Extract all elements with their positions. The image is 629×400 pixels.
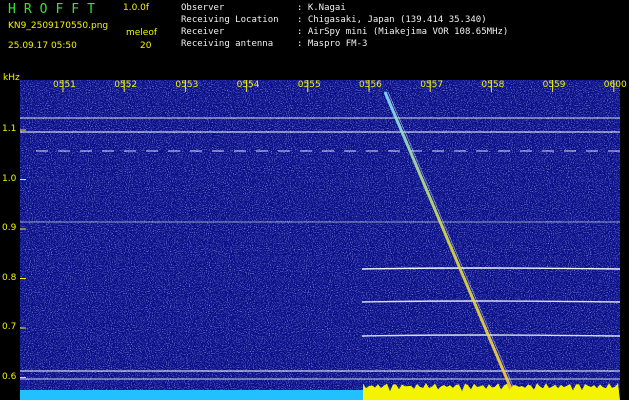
freq-tick-label: 0.7 — [2, 322, 17, 332]
time-tick-label: 0556 — [359, 80, 382, 90]
time-tick-label: 0559 — [542, 80, 566, 90]
time-tick-label: 0557 — [420, 80, 444, 90]
level-bar-low — [20, 390, 363, 400]
time-tick-label: 0551 — [53, 80, 76, 90]
spectrogram — [20, 80, 621, 400]
freq-tick-label: 0.8 — [2, 272, 17, 283]
freq-tick-label: 0.6 — [2, 371, 17, 382]
time-tick-label: 0558 — [481, 80, 505, 90]
unit-label: kHz — [3, 73, 20, 83]
time-tick-label: 0555 — [297, 80, 321, 90]
noise-layer — [20, 80, 620, 391]
time-tick-label: 0552 — [114, 80, 138, 90]
time-tick-label: 0553 — [175, 80, 199, 90]
time-tick-label: 0600 — [603, 80, 627, 90]
freq-tick-label: 1.0 — [2, 173, 17, 184]
freq-tick-label: 1.1 — [2, 124, 17, 134]
freq-tick-label: 0.9 — [2, 223, 17, 233]
time-tick-label: 0554 — [236, 80, 260, 90]
